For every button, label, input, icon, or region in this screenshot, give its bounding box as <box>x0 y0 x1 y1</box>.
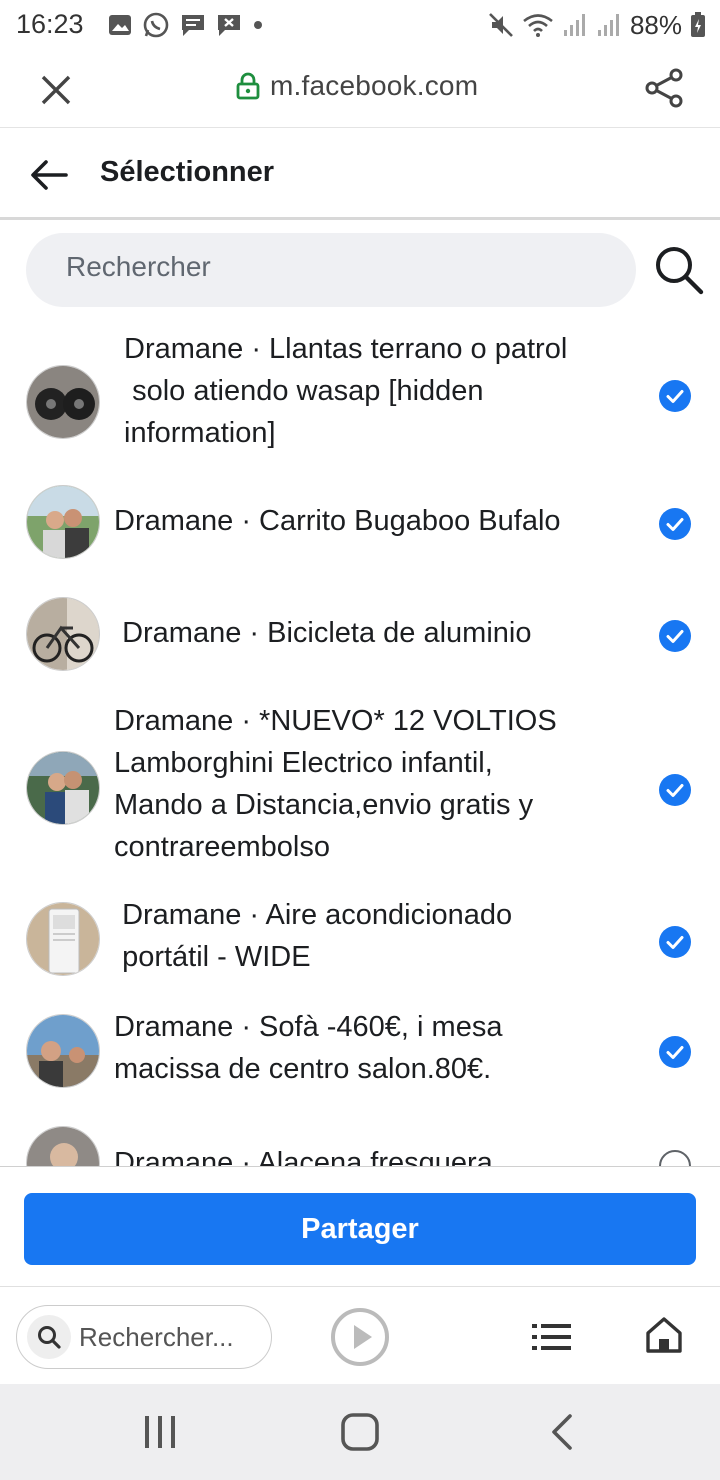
search-icon <box>27 1315 71 1359</box>
battery-percent: 88% <box>629 9 682 40</box>
bottom-search-field[interactable]: Rechercher... <box>16 1305 272 1369</box>
check-icon[interactable] <box>659 1150 691 1166</box>
page-title: Sélectionner <box>100 156 275 188</box>
message-icon <box>182 15 204 36</box>
back-nav-button[interactable] <box>542 1412 582 1452</box>
whatsapp-icon <box>143 12 169 38</box>
bottom-search-placeholder: Rechercher... <box>79 1321 234 1352</box>
recents-button[interactable] <box>140 1412 180 1452</box>
message-blocked-icon <box>218 15 240 36</box>
android-nav-bar <box>0 1384 720 1480</box>
list-item[interactable]: Dramane · Sofà -460€, i mesa macissa de … <box>0 1006 720 1116</box>
home-icon <box>646 1317 682 1353</box>
item-text: Dramane · Bicicleta de aluminio <box>114 617 532 649</box>
close-icon <box>41 75 71 105</box>
avatar <box>26 597 100 671</box>
item-text: Dramane · Sofà -460€, i mesa macissa de … <box>114 1011 503 1085</box>
menu-icon <box>532 1324 571 1350</box>
url-text: m.facebook.com <box>270 70 479 101</box>
browser-bottom-bar: Rechercher... <box>0 1286 720 1384</box>
list-item[interactable]: Dramane · Alacena fresquera <box>0 1118 720 1166</box>
list-item[interactable]: Dramane · *NUEVO* 12 VOLTIOS Lamborghini… <box>0 700 720 884</box>
avatar <box>26 365 100 439</box>
home-button[interactable] <box>644 1315 684 1355</box>
status-time: 16:23 <box>16 9 84 39</box>
avatar <box>26 1014 100 1088</box>
menu-button[interactable] <box>532 1319 572 1355</box>
page-header: Sélectionner <box>0 128 720 220</box>
search-field[interactable] <box>26 233 636 307</box>
home-square-icon <box>341 1413 379 1451</box>
list-item[interactable]: Dramane · Aire acondicionado portátil - … <box>0 894 720 1004</box>
search-button[interactable] <box>652 243 706 297</box>
selection-list[interactable]: Dramane · Llantas terrano o patrol solo … <box>0 318 720 1166</box>
wifi-icon <box>523 14 553 37</box>
item-text: Dramane · Llantas terrano o patrol solo … <box>124 333 568 449</box>
recents-icon <box>145 1416 175 1448</box>
check-icon[interactable] <box>659 508 691 540</box>
status-bar: 16:23 88% <box>0 0 720 50</box>
check-icon[interactable] <box>659 380 691 412</box>
play-icon <box>331 1308 389 1366</box>
item-text: Dramane · *NUEVO* 12 VOLTIOS Lamborghini… <box>114 705 557 863</box>
back-arrow-icon <box>31 160 68 190</box>
url-display[interactable]: m.facebook.com <box>236 70 478 102</box>
back-button[interactable] <box>26 152 72 198</box>
share-page-button[interactable] <box>642 66 686 110</box>
check-icon[interactable] <box>659 926 691 958</box>
share-icon <box>645 68 683 108</box>
search-input[interactable] <box>66 251 606 283</box>
check-icon[interactable] <box>659 620 691 652</box>
home-nav-button[interactable] <box>340 1412 380 1452</box>
mute-icon <box>489 13 513 37</box>
battery-icon <box>691 12 705 37</box>
notification-icons <box>108 10 264 40</box>
item-text: Dramane · Carrito Bugaboo Bufalo <box>114 505 561 537</box>
list-item[interactable]: Dramane · Bicicleta de aluminio <box>0 588 720 698</box>
status-right: 88% <box>488 8 706 42</box>
browser-url-bar: m.facebook.com <box>0 50 720 128</box>
dot-icon <box>254 21 262 29</box>
back-chevron-icon <box>552 1414 572 1450</box>
item-text: Dramane · Alacena fresquera <box>114 1147 493 1166</box>
signal-2-icon <box>597 14 619 36</box>
avatar <box>26 751 100 825</box>
item-text: Dramane · Aire acondicionado portátil - … <box>122 899 513 973</box>
avatar <box>26 902 100 976</box>
check-icon[interactable] <box>659 774 691 806</box>
search-icon <box>656 247 704 295</box>
close-button[interactable] <box>34 68 78 112</box>
list-item[interactable]: Dramane · Carrito Bugaboo Bufalo <box>0 478 720 588</box>
list-item[interactable]: Dramane · Llantas terrano o patrol solo … <box>0 328 720 468</box>
avatar <box>26 485 100 559</box>
signal-icon <box>563 14 585 36</box>
share-button[interactable]: Partager <box>24 1193 696 1265</box>
avatar <box>26 1126 100 1166</box>
play-button[interactable] <box>330 1307 390 1367</box>
share-footer: Partager <box>0 1166 720 1286</box>
gallery-icon <box>109 15 131 35</box>
lock-icon <box>236 72 260 100</box>
check-icon[interactable] <box>659 1036 691 1068</box>
